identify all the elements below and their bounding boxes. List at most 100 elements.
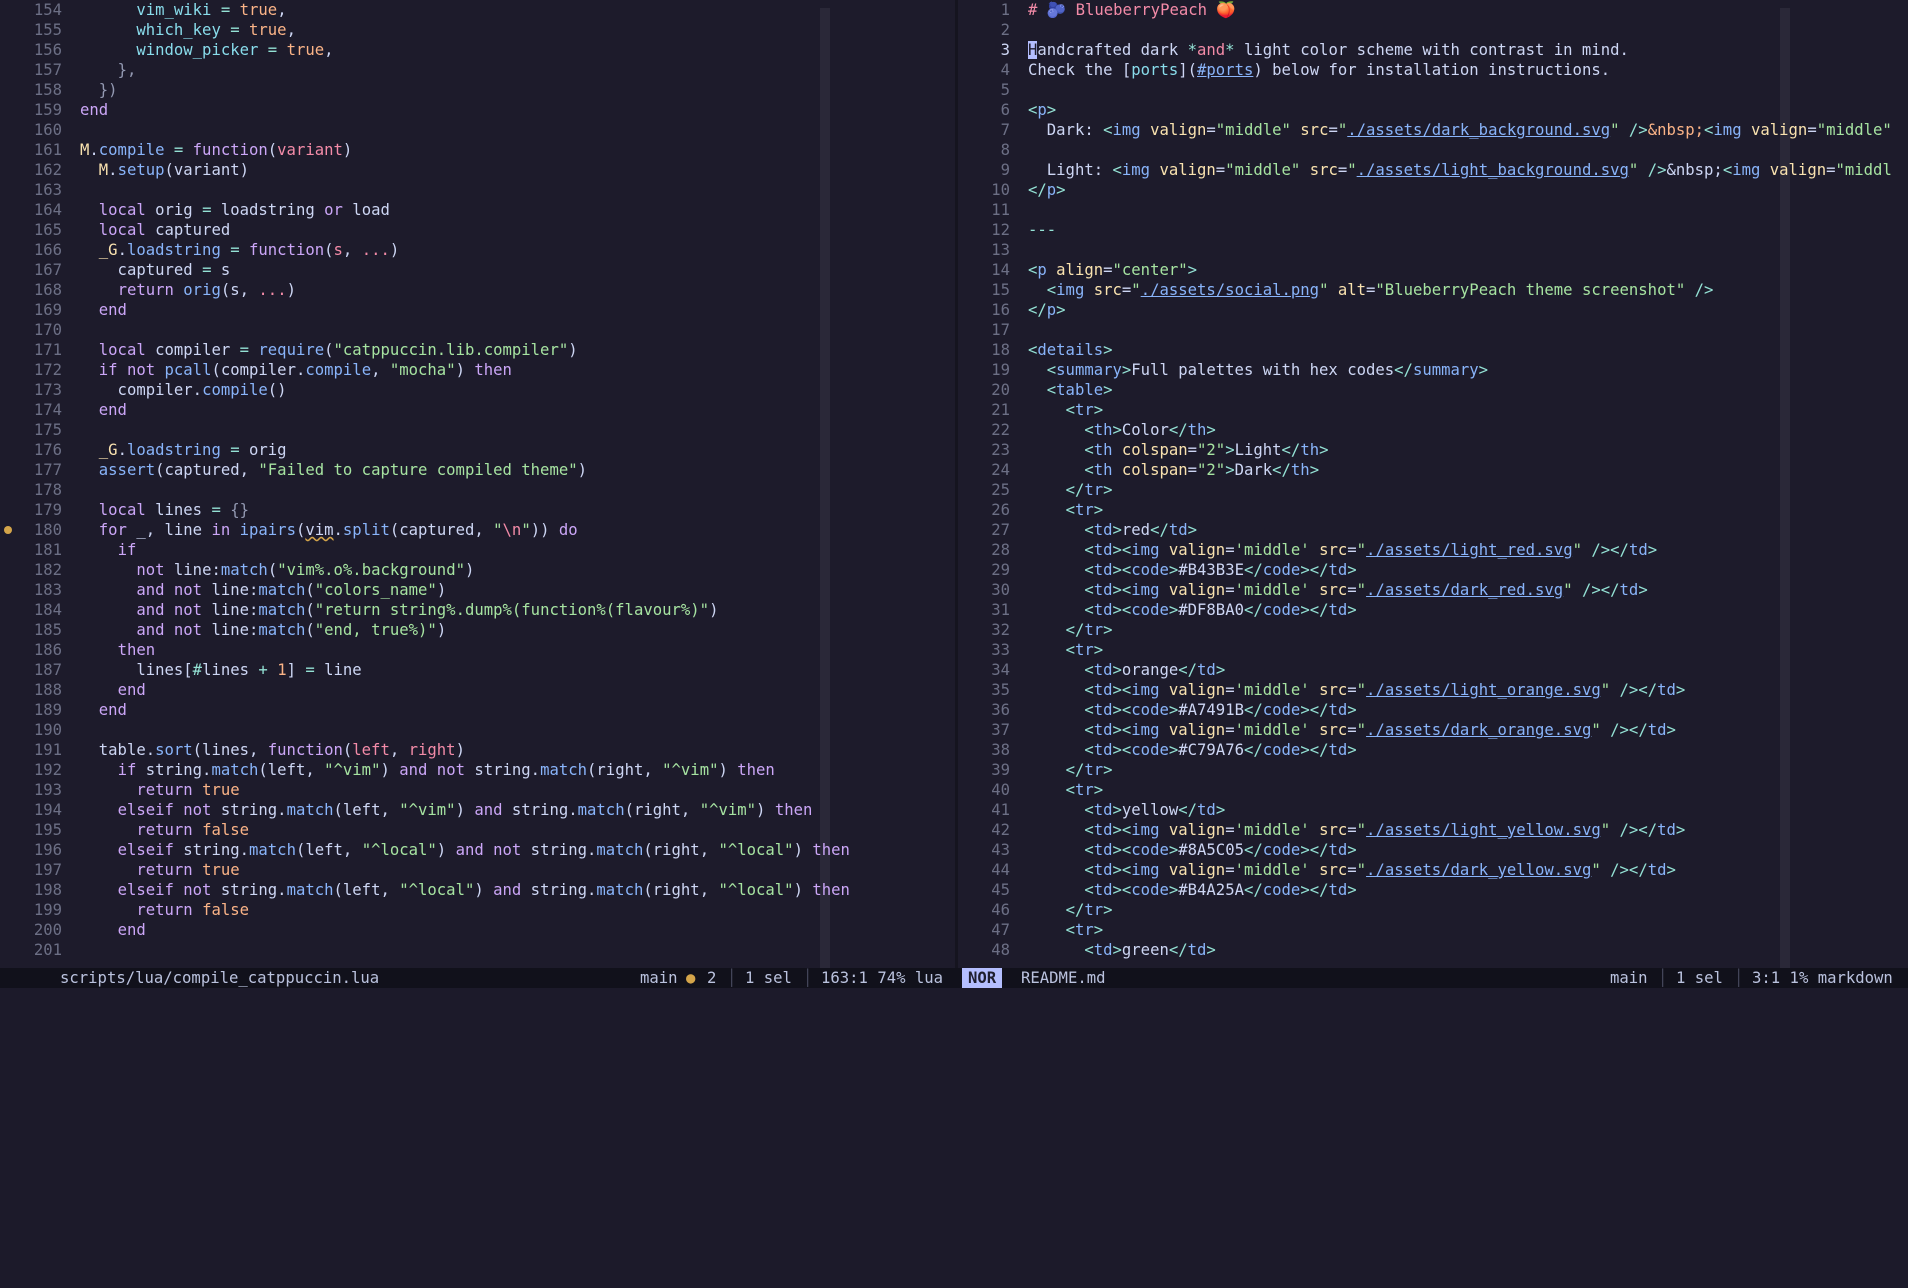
- right-code-line[interactable]: 2: [958, 20, 1908, 40]
- line-code-text[interactable]: <td><code>#B4A25A</code></td>: [1028, 881, 1356, 899]
- line-code-text[interactable]: M.compile = function(variant): [80, 141, 352, 159]
- line-code-text[interactable]: # 🫐 BlueberryPeach 🍑: [1028, 1, 1236, 19]
- left-code-line[interactable]: 155 which_key = true,: [0, 20, 958, 40]
- right-code-line[interactable]: 38 <td><code>#C79A76</code></td>: [958, 740, 1908, 760]
- right-code-line[interactable]: 45 <td><code>#B4A25A</code></td>: [958, 880, 1908, 900]
- line-code-text[interactable]: if string.match(left, "^vim") and not st…: [80, 761, 775, 779]
- left-editor-pane[interactable]: 154 vim_wiki = true, 155 which_key = true…: [0, 0, 958, 968]
- line-code-text[interactable]: <td><code>#A7491B</code></td>: [1028, 701, 1356, 719]
- line-code-text[interactable]: return true: [80, 861, 239, 879]
- right-code-line[interactable]: 7 Dark: <img valign="middle" src="./asse…: [958, 120, 1908, 140]
- right-code-line[interactable]: 28 <td><img valign='middle' src="./asset…: [958, 540, 1908, 560]
- line-code-text[interactable]: <td>orange</td>: [1028, 661, 1225, 679]
- line-code-text[interactable]: return true: [80, 781, 239, 799]
- line-code-text[interactable]: local lines = {}: [80, 501, 249, 519]
- left-code-line[interactable]: 178: [0, 480, 958, 500]
- right-code-line[interactable]: 8: [958, 140, 1908, 160]
- right-code-line[interactable]: 44 <td><img valign='middle' src="./asset…: [958, 860, 1908, 880]
- line-code-text[interactable]: </p>: [1028, 181, 1066, 199]
- line-code-text[interactable]: <tr>: [1028, 921, 1104, 939]
- right-code-line[interactable]: 3 Handcrafted dark *and* light color sche…: [958, 40, 1908, 60]
- line-code-text[interactable]: <td><img valign='middle' src="./assets/l…: [1028, 541, 1657, 559]
- line-code-text[interactable]: return false: [80, 901, 249, 919]
- line-code-text[interactable]: M.setup(variant): [80, 161, 249, 179]
- line-code-text[interactable]: return false: [80, 821, 249, 839]
- left-code-line[interactable]: 176 _G.loadstring = orig: [0, 440, 958, 460]
- right-code-line[interactable]: 12 ---: [958, 220, 1908, 240]
- line-code-text[interactable]: <td><img valign='middle' src="./assets/l…: [1028, 821, 1685, 839]
- line-code-text[interactable]: },: [80, 61, 137, 79]
- line-code-text[interactable]: </tr>: [1028, 481, 1113, 499]
- right-code-line[interactable]: 9 Light: <img valign="middle" src="./ass…: [958, 160, 1908, 180]
- left-code-line[interactable]: 165 local captured: [0, 220, 958, 240]
- left-code-line[interactable]: 171 local compiler = require("catppuccin…: [0, 340, 958, 360]
- left-code-line[interactable]: 183 and not line:match("colors_name"): [0, 580, 958, 600]
- line-code-text[interactable]: ---: [1028, 221, 1056, 239]
- left-code-line[interactable]: 189 end: [0, 700, 958, 720]
- line-code-text[interactable]: <tr>: [1028, 641, 1104, 659]
- line-code-text[interactable]: <th colspan="2">Light</th>: [1028, 441, 1328, 459]
- line-code-text[interactable]: <tr>: [1028, 501, 1104, 519]
- line-code-text[interactable]: <p align="center">: [1028, 261, 1197, 279]
- right-code-line[interactable]: 42 <td><img valign='middle' src="./asset…: [958, 820, 1908, 840]
- right-code-line[interactable]: 4 Check the [ports](#ports) below for ins…: [958, 60, 1908, 80]
- right-code-line[interactable]: 14 <p align="center">: [958, 260, 1908, 280]
- right-code-line[interactable]: 31 <td><code>#DF8BA0</code></td>: [958, 600, 1908, 620]
- command-line[interactable]: [0, 988, 1908, 1008]
- left-code-line[interactable]: 199 return false: [0, 900, 958, 920]
- line-code-text[interactable]: end: [80, 301, 127, 319]
- line-code-text[interactable]: <td><code>#DF8BA0</code></td>: [1028, 601, 1356, 619]
- line-code-text[interactable]: return orig(s, ...): [80, 281, 296, 299]
- line-code-text[interactable]: which_key = true,: [80, 21, 296, 39]
- right-code-line[interactable]: 41 <td>yellow</td>: [958, 800, 1908, 820]
- right-code-line[interactable]: 34 <td>orange</td>: [958, 660, 1908, 680]
- line-code-text[interactable]: <td>green</td>: [1028, 941, 1215, 959]
- line-code-text[interactable]: _G.loadstring = function(s, ...): [80, 241, 399, 259]
- line-code-text[interactable]: <tr>: [1028, 401, 1104, 419]
- line-code-text[interactable]: then: [80, 641, 156, 659]
- line-code-text[interactable]: _G.loadstring = orig: [80, 441, 287, 459]
- line-code-text[interactable]: </tr>: [1028, 761, 1113, 779]
- left-code-line[interactable]: 185 and not line:match("end, true%)"): [0, 620, 958, 640]
- left-code-line[interactable]: 187 lines[#lines + 1] = line: [0, 660, 958, 680]
- left-code-line[interactable]: 195 return false: [0, 820, 958, 840]
- right-file-name[interactable]: README.md: [1021, 968, 1106, 988]
- right-code-line[interactable]: 35 <td><img valign='middle' src="./asset…: [958, 680, 1908, 700]
- line-code-text[interactable]: assert(captured, "Failed to capture comp…: [80, 461, 587, 479]
- right-code-line[interactable]: 22 <th>Color</th>: [958, 420, 1908, 440]
- line-code-text[interactable]: <details>: [1028, 341, 1113, 359]
- left-code-line[interactable]: 198 elseif not string.match(left, "^loca…: [0, 880, 958, 900]
- left-code-line[interactable]: 201: [0, 940, 958, 960]
- line-code-text[interactable]: Dark: <img valign="middle" src="./assets…: [1028, 121, 1892, 139]
- line-code-text[interactable]: end: [80, 921, 146, 939]
- line-code-text[interactable]: <table>: [1028, 381, 1113, 399]
- right-code-line[interactable]: 16 </p>: [958, 300, 1908, 320]
- right-code-line[interactable]: 27 <td>red</td>: [958, 520, 1908, 540]
- left-code-line[interactable]: 163: [0, 180, 958, 200]
- left-code-line[interactable]: 173 compiler.compile(): [0, 380, 958, 400]
- left-code-line[interactable]: 196 elseif string.match(left, "^local") …: [0, 840, 958, 860]
- right-code-line[interactable]: 36 <td><code>#A7491B</code></td>: [958, 700, 1908, 720]
- line-code-text[interactable]: elseif not string.match(left, "^vim") an…: [80, 801, 813, 819]
- left-code-line[interactable]: 188 end: [0, 680, 958, 700]
- left-code-line[interactable]: 169 end: [0, 300, 958, 320]
- left-code-line[interactable]: 164 local orig = loadstring or load: [0, 200, 958, 220]
- right-code-line[interactable]: 19 <summary>Full palettes with hex codes…: [958, 360, 1908, 380]
- line-code-text[interactable]: <p>: [1028, 101, 1056, 119]
- right-code-line[interactable]: 24 <th colspan="2">Dark</th>: [958, 460, 1908, 480]
- left-code-line[interactable]: 180 for _, line in ipairs(vim.split(capt…: [0, 520, 958, 540]
- right-code-line[interactable]: 33 <tr>: [958, 640, 1908, 660]
- left-code-line[interactable]: 154 vim_wiki = true,: [0, 0, 958, 20]
- line-code-text[interactable]: captured = s: [80, 261, 231, 279]
- left-code-line[interactable]: 179 local lines = {}: [0, 500, 958, 520]
- right-code-line[interactable]: 40 <tr>: [958, 780, 1908, 800]
- right-code-line[interactable]: 1 # 🫐 BlueberryPeach 🍑: [958, 0, 1908, 20]
- right-code-line[interactable]: 32 </tr>: [958, 620, 1908, 640]
- right-code-lines[interactable]: 1 # 🫐 BlueberryPeach 🍑 2 3 Handcrafted dark …: [958, 0, 1908, 960]
- line-code-text[interactable]: if not pcall(compiler.compile, "mocha") …: [80, 361, 512, 379]
- line-code-text[interactable]: Check the [ports](#ports) below for inst…: [1028, 61, 1610, 79]
- left-code-line[interactable]: 160: [0, 120, 958, 140]
- right-code-line[interactable]: 30 <td><img valign='middle' src="./asset…: [958, 580, 1908, 600]
- right-code-line[interactable]: 26 <tr>: [958, 500, 1908, 520]
- line-code-text[interactable]: <td><img valign='middle' src="./assets/d…: [1028, 581, 1647, 599]
